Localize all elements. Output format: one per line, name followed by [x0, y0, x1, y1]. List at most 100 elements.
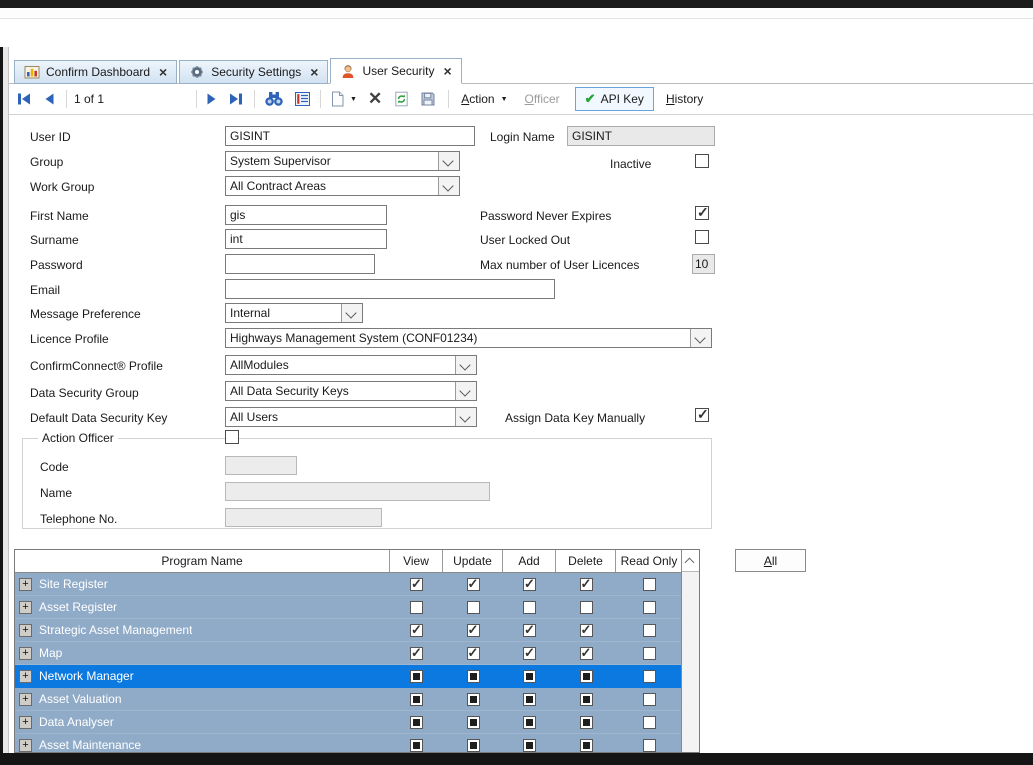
- action-menu-button[interactable]: Action ▼: [461, 88, 507, 110]
- table-row[interactable]: Asset Valuation: [15, 688, 684, 711]
- browse-list-icon[interactable]: [294, 88, 311, 110]
- delete-checkbox[interactable]: [580, 716, 593, 729]
- close-icon[interactable]: [310, 66, 318, 78]
- delete-checkbox[interactable]: [580, 578, 593, 591]
- view-checkbox[interactable]: [410, 693, 423, 706]
- delete-checkbox[interactable]: [580, 739, 593, 752]
- expand-icon[interactable]: [19, 716, 32, 729]
- add-checkbox[interactable]: [523, 739, 536, 752]
- update-checkbox[interactable]: [467, 601, 480, 614]
- table-row[interactable]: Network Manager: [15, 665, 684, 688]
- expand-icon[interactable]: [19, 693, 32, 706]
- read-only-checkbox[interactable]: [643, 624, 656, 637]
- add-checkbox[interactable]: [523, 647, 536, 660]
- new-record-icon[interactable]: [330, 88, 345, 110]
- delete-checkbox[interactable]: [580, 647, 593, 660]
- column-header-update[interactable]: Update: [443, 550, 503, 572]
- expand-icon[interactable]: [19, 670, 32, 683]
- read-only-checkbox[interactable]: [643, 670, 656, 683]
- find-icon[interactable]: [264, 88, 284, 110]
- table-row[interactable]: Data Analyser: [15, 711, 684, 734]
- user-id-input[interactable]: [225, 126, 475, 146]
- first-record-button[interactable]: [16, 88, 32, 110]
- update-checkbox[interactable]: [467, 693, 480, 706]
- update-checkbox[interactable]: [467, 739, 480, 752]
- expand-icon[interactable]: [19, 739, 32, 752]
- data-security-group-select[interactable]: All Data Security Keys: [225, 381, 477, 401]
- max-user-licences-input[interactable]: [692, 254, 715, 274]
- expand-icon[interactable]: [19, 647, 32, 660]
- tab-confirm-dashboard[interactable]: Confirm Dashboard: [14, 60, 177, 84]
- read-only-checkbox[interactable]: [643, 693, 656, 706]
- view-checkbox[interactable]: [410, 578, 423, 591]
- work-group-select[interactable]: All Contract Areas: [225, 176, 460, 196]
- first-name-input[interactable]: [225, 205, 387, 225]
- expand-icon[interactable]: [19, 578, 32, 591]
- scroll-up-icon[interactable]: [682, 550, 699, 572]
- delete-checkbox[interactable]: [580, 670, 593, 683]
- previous-record-button[interactable]: [43, 88, 55, 110]
- new-record-dropdown-caret[interactable]: ▼: [350, 96, 357, 103]
- expand-icon[interactable]: [19, 601, 32, 614]
- user-locked-out-checkbox[interactable]: [695, 230, 709, 244]
- view-checkbox[interactable]: [410, 739, 423, 752]
- email-input[interactable]: [225, 279, 555, 299]
- table-row[interactable]: Site Register: [15, 573, 684, 596]
- read-only-checkbox[interactable]: [643, 716, 656, 729]
- update-checkbox[interactable]: [467, 624, 480, 637]
- save-icon[interactable]: [420, 88, 436, 110]
- next-record-button[interactable]: [206, 88, 218, 110]
- update-checkbox[interactable]: [467, 716, 480, 729]
- column-header-add[interactable]: Add: [503, 550, 556, 572]
- delete-checkbox[interactable]: [580, 693, 593, 706]
- view-checkbox[interactable]: [410, 624, 423, 637]
- tab-user-security[interactable]: User Security: [330, 58, 461, 84]
- close-icon[interactable]: [159, 66, 167, 78]
- chevron-down-icon[interactable]: [455, 408, 476, 426]
- assign-data-key-manually-checkbox[interactable]: [695, 408, 709, 422]
- table-row[interactable]: Asset Register: [15, 596, 684, 619]
- delete-checkbox[interactable]: [580, 601, 593, 614]
- licence-profile-select[interactable]: Highways Management System (CONF01234): [225, 328, 712, 348]
- read-only-checkbox[interactable]: [643, 601, 656, 614]
- add-checkbox[interactable]: [523, 716, 536, 729]
- chevron-down-icon[interactable]: [438, 152, 459, 170]
- column-header-program-name[interactable]: Program Name: [15, 550, 390, 572]
- add-checkbox[interactable]: [523, 601, 536, 614]
- refresh-icon[interactable]: [394, 88, 409, 110]
- read-only-checkbox[interactable]: [643, 647, 656, 660]
- chevron-down-icon[interactable]: [455, 356, 476, 374]
- add-checkbox[interactable]: [523, 693, 536, 706]
- chevron-down-icon[interactable]: [438, 177, 459, 195]
- expand-icon[interactable]: [19, 624, 32, 637]
- message-preference-select[interactable]: Internal: [225, 303, 363, 323]
- chevron-down-icon[interactable]: [341, 304, 362, 322]
- chevron-down-icon[interactable]: [455, 382, 476, 400]
- surname-input[interactable]: [225, 229, 387, 249]
- last-record-button[interactable]: [228, 88, 244, 110]
- default-data-security-key-select[interactable]: All Users: [225, 407, 477, 427]
- group-select[interactable]: System Supervisor: [225, 151, 460, 171]
- confirmconnect-profile-select[interactable]: AllModules: [225, 355, 477, 375]
- close-icon[interactable]: [444, 65, 452, 77]
- password-input[interactable]: [225, 254, 375, 274]
- history-button[interactable]: History: [666, 88, 703, 110]
- column-header-delete[interactable]: Delete: [556, 550, 616, 572]
- read-only-checkbox[interactable]: [643, 739, 656, 752]
- delete-record-icon[interactable]: ✕: [368, 88, 382, 110]
- add-checkbox[interactable]: [523, 670, 536, 683]
- update-checkbox[interactable]: [467, 670, 480, 683]
- read-only-checkbox[interactable]: [643, 578, 656, 591]
- update-checkbox[interactable]: [467, 647, 480, 660]
- table-row[interactable]: Strategic Asset Management: [15, 619, 684, 642]
- view-checkbox[interactable]: [410, 670, 423, 683]
- view-checkbox[interactable]: [410, 647, 423, 660]
- column-header-view[interactable]: View: [390, 550, 443, 572]
- table-scrollbar[interactable]: [681, 550, 699, 752]
- inactive-checkbox[interactable]: [695, 154, 709, 168]
- tab-security-settings[interactable]: Security Settings: [179, 60, 328, 84]
- delete-checkbox[interactable]: [580, 624, 593, 637]
- password-never-expires-checkbox[interactable]: [695, 206, 709, 220]
- add-checkbox[interactable]: [523, 578, 536, 591]
- chevron-down-icon[interactable]: [690, 329, 711, 347]
